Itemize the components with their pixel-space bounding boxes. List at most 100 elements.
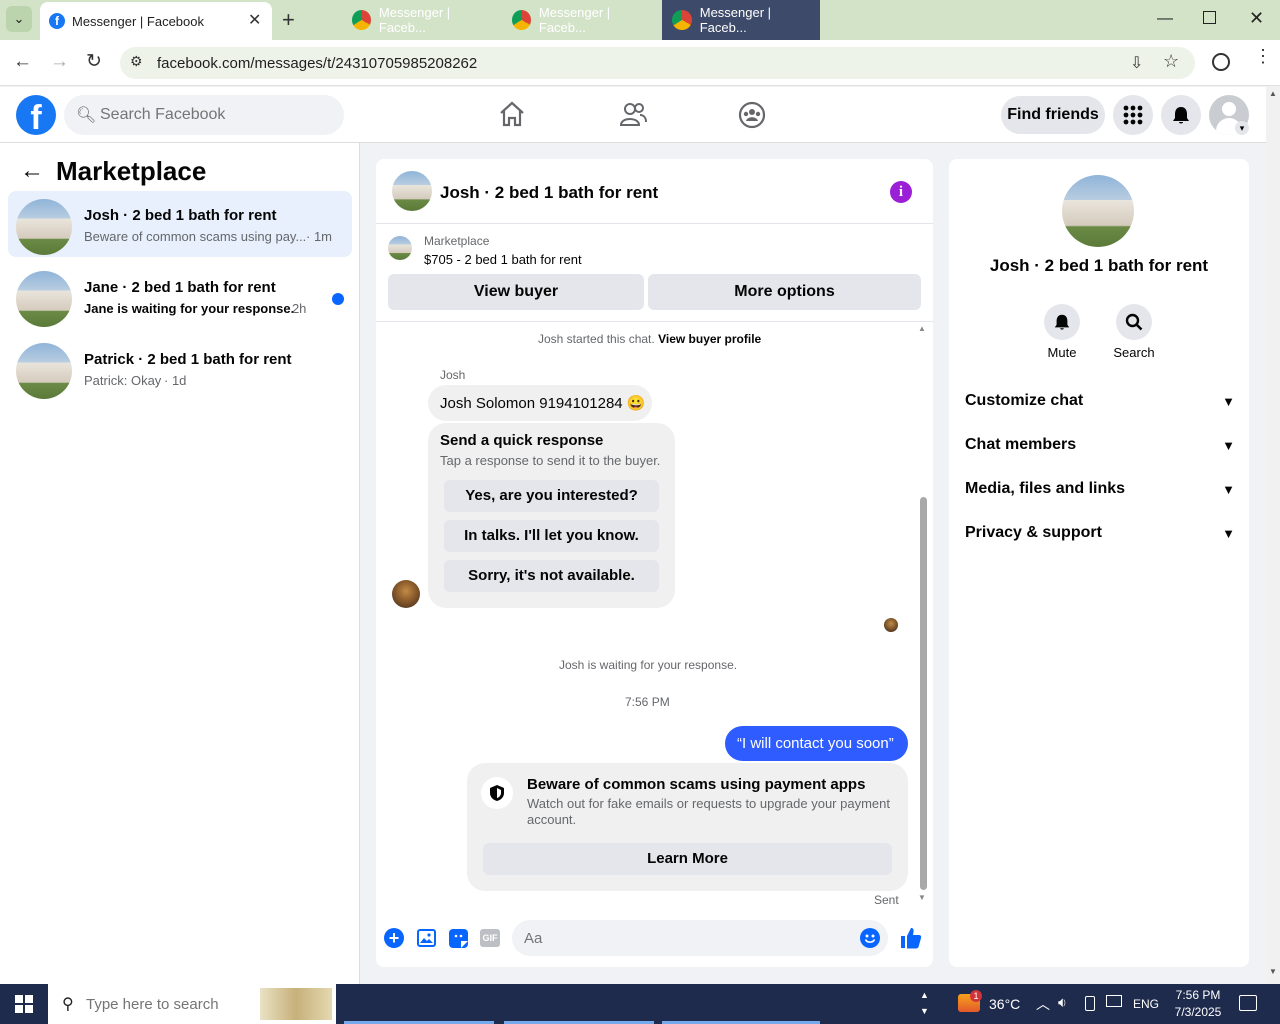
privacy-support-section[interactable]: Privacy & support ▼ — [965, 518, 1235, 548]
quick-response-in-talks[interactable]: In talks. I'll let you know. — [444, 520, 659, 552]
learn-more-button[interactable]: Learn More — [483, 843, 892, 875]
battery-icon[interactable] — [1085, 996, 1095, 1011]
site-info-icon[interactable]: ⚙ — [130, 53, 143, 70]
browser-tab[interactable]: f Messenger | Facebook ✕ — [40, 2, 272, 40]
chevron-down-icon: ▼ — [1222, 393, 1235, 409]
listing-line: $705 - 2 bed 1 bath for rent — [424, 252, 582, 267]
more-options-button[interactable]: More options — [648, 274, 921, 310]
listing-thumbnail — [16, 343, 72, 399]
home-icon[interactable] — [498, 100, 528, 128]
forward-arrow-icon[interactable]: → — [50, 51, 69, 73]
read-receipt-avatar — [884, 618, 898, 632]
chat-started-line: Josh started this chat. View buyer profi… — [538, 332, 761, 346]
outgoing-message-bubble[interactable]: “I will contact you soon” — [725, 726, 908, 761]
close-window-button[interactable]: ✕ — [1249, 8, 1264, 29]
conversation-time: · 1d — [164, 373, 187, 388]
sender-avatar[interactable] — [392, 580, 420, 608]
sticker-icon[interactable] — [449, 929, 468, 948]
windows-start-icon[interactable] — [15, 995, 33, 1013]
page-scroll-up-icon[interactable]: ▲ — [1269, 89, 1277, 98]
page-scroll-down-icon[interactable]: ▼ — [1269, 967, 1277, 976]
facebook-search[interactable]: 🔍︎ — [64, 95, 344, 135]
photo-attach-icon[interactable] — [417, 929, 436, 947]
unread-dot — [332, 293, 344, 305]
restore-button[interactable] — [1203, 11, 1216, 24]
tab-title: Messenger | Facebook — [72, 14, 204, 29]
clock[interactable]: 7:56 PM 7/3/2025 — [1164, 987, 1232, 1021]
bookmark-star-icon[interactable]: ☆ — [1163, 51, 1179, 72]
customize-chat-section[interactable]: Customize chat ▼ — [965, 386, 1235, 416]
conversation-name: Josh · 2 bed 1 bath for rent — [84, 207, 277, 224]
chat-header-thumbnail[interactable] — [392, 171, 432, 211]
chat-scroll-down-icon[interactable]: ▼ — [918, 893, 926, 902]
find-friends-button[interactable]: Find friends — [1001, 96, 1105, 134]
conversation-item-josh[interactable]: Josh · 2 bed 1 bath for rent Beware of c… — [8, 191, 352, 257]
conversation-name: Patrick · 2 bed 1 bath for rent — [84, 351, 292, 368]
info-icon[interactable]: i — [890, 181, 912, 203]
conversation-item-jane[interactable]: Jane · 2 bed 1 bath for rent Jane is wai… — [8, 263, 352, 329]
message-composer[interactable] — [512, 920, 888, 956]
incoming-message-bubble[interactable]: Josh Solomon 9194101284 😀 — [428, 385, 652, 421]
taskbar-scroll-arrows[interactable]: ▲ ▼ — [920, 987, 929, 1019]
page-scrollbar[interactable]: ▲ ▼ — [1266, 87, 1280, 984]
network-icon[interactable] — [1106, 995, 1122, 1007]
media-files-links-section[interactable]: Media, files and links ▼ — [965, 474, 1235, 504]
taskbar-app-3-active[interactable]: Messenger | Faceb... — [662, 0, 820, 40]
quick-response-title: Send a quick response — [440, 432, 604, 449]
thumbs-up-icon[interactable] — [900, 926, 922, 950]
view-buyer-profile-link[interactable]: View buyer profile — [658, 332, 761, 346]
conversation-preview: Beware of common scams using pay... — [84, 229, 307, 244]
quick-response-yes[interactable]: Yes, are you interested? — [444, 480, 659, 512]
message-input[interactable] — [524, 927, 844, 949]
chat-scroll-up-icon[interactable]: ▲ — [918, 324, 926, 333]
gif-icon[interactable]: GIF — [480, 929, 500, 947]
address-bar[interactable]: ⚙ facebook.com/messages/t/24310705985208… — [120, 47, 1195, 79]
message-timestamp: 7:56 PM — [625, 695, 670, 709]
notification-center-icon[interactable] — [1239, 995, 1257, 1011]
quick-response-subtitle: Tap a response to send it to the buyer. — [440, 453, 661, 468]
weather-temp[interactable]: 36°C — [989, 996, 1020, 1012]
mute-button[interactable]: Mute — [1040, 304, 1084, 364]
language-indicator[interactable]: ENG — [1133, 997, 1159, 1011]
volume-icon[interactable]: 🔉︎ — [1058, 994, 1067, 1011]
facebook-logo-icon[interactable]: f — [16, 95, 56, 135]
back-arrow-icon[interactable]: ← — [13, 51, 32, 73]
notifications-bell-icon[interactable] — [1161, 95, 1201, 135]
search-in-chat-button[interactable]: Search — [1108, 304, 1160, 364]
menu-grid-icon[interactable] — [1113, 95, 1153, 135]
friends-icon[interactable] — [618, 100, 648, 128]
quick-response-not-available[interactable]: Sorry, it's not available. — [444, 560, 659, 592]
show-hidden-icons[interactable]: ︿ — [1036, 994, 1050, 1014]
chat-members-section[interactable]: Chat members ▼ — [965, 430, 1235, 460]
listing-divider — [376, 321, 933, 322]
add-plus-icon[interactable]: + — [384, 928, 404, 948]
reload-icon[interactable]: ↻ — [86, 50, 102, 73]
account-chevron-icon[interactable]: ▾ — [1235, 121, 1249, 135]
back-arrow-icon[interactable]: ← — [20, 157, 44, 185]
conversation-time: · 1m — [306, 229, 332, 244]
taskbar-app-1[interactable]: Messenger | Faceb... — [344, 0, 494, 40]
search-icon — [1116, 304, 1152, 340]
minimize-button[interactable]: — — [1157, 10, 1173, 28]
conversation-item-patrick[interactable]: Patrick · 2 bed 1 bath for rent Patrick:… — [8, 335, 352, 401]
emoji-icon[interactable] — [860, 928, 880, 948]
search-highlight-image — [260, 988, 332, 1020]
profile-icon[interactable] — [1212, 53, 1230, 71]
browser-menu-icon[interactable]: ⋮ — [1254, 47, 1272, 65]
view-buyer-button[interactable]: View buyer — [388, 274, 644, 310]
search-icon: ⚲ — [62, 996, 74, 1013]
chat-scrollbar-thumb[interactable] — [920, 497, 927, 890]
groups-icon[interactable] — [737, 100, 767, 130]
new-tab-button[interactable]: + — [282, 7, 295, 33]
facebook-search-input[interactable] — [100, 103, 330, 127]
tab-search-button[interactable]: ⌄ — [6, 6, 32, 32]
section-label: Privacy & support — [965, 524, 1102, 541]
tab-close-icon[interactable]: ✕ — [248, 10, 261, 30]
outgoing-message-text: “I will contact you soon” — [737, 735, 894, 752]
taskbar-app-2[interactable]: Messenger | Faceb... — [504, 0, 654, 40]
install-app-icon[interactable]: ⇩ — [1130, 53, 1143, 73]
chat-header-title[interactable]: Josh · 2 bed 1 bath for rent — [440, 183, 658, 203]
taskbar-search[interactable]: ⚲ — [48, 984, 336, 1024]
taskbar-search-input[interactable] — [86, 993, 266, 1015]
quick-response-card: Send a quick response Tap a response to … — [428, 423, 675, 608]
